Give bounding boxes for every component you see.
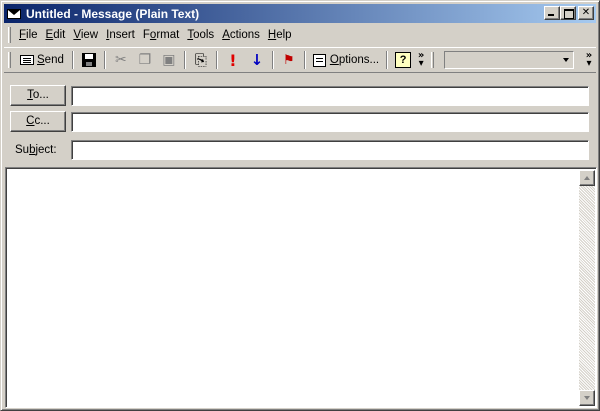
standard-toolbar: Send ✂ ❐ ▣ ⎘ ! ↓ ⚑ Options... ? » ▾ » ▾	[4, 47, 596, 73]
to-button[interactable]: To...	[10, 85, 66, 106]
menu-tools[interactable]: Tools	[183, 29, 218, 41]
toolbar-options-chevron[interactable]: » ▾	[416, 49, 426, 71]
menu-grip[interactable]	[8, 27, 11, 43]
save-icon	[81, 53, 96, 67]
help-icon: ?	[395, 52, 412, 68]
menu-format[interactable]: Format	[139, 29, 183, 41]
scroll-down-button[interactable]	[579, 390, 595, 406]
copy-icon: ❐	[138, 52, 152, 68]
copy-button[interactable]: ❐	[134, 49, 156, 71]
close-button[interactable]: ✕	[578, 6, 594, 20]
scroll-up-button[interactable]	[579, 170, 595, 186]
toolbar-separator	[215, 51, 218, 69]
format-dropdown[interactable]	[444, 51, 575, 69]
cut-button[interactable]: ✂	[110, 49, 132, 71]
flag-button[interactable]: ⚑	[278, 49, 300, 71]
toolbar-separator	[303, 51, 306, 69]
menu-actions[interactable]: Actions	[218, 29, 264, 41]
menu-file[interactable]: File	[15, 29, 42, 41]
toolbar-separator	[271, 51, 274, 69]
help-button[interactable]: ?	[392, 49, 414, 71]
toolbar-overflow-chevron[interactable]: » ▾	[584, 51, 594, 69]
caption-buttons: ✕	[544, 6, 594, 20]
cut-icon: ✂	[114, 52, 127, 68]
title-bar[interactable]: Untitled - Message (Plain Text) ✕	[4, 4, 596, 23]
attach-file-button[interactable]: ⎘	[190, 49, 212, 71]
cc-button[interactable]: Cc...	[10, 111, 66, 132]
message-body[interactable]	[5, 167, 597, 408]
paperclip-icon: ⎘	[194, 51, 207, 69]
message-window: Untitled - Message (Plain Text) ✕ File E…	[0, 0, 600, 411]
dropdown-arrow-icon	[563, 58, 570, 62]
exclamation-icon: !	[229, 50, 237, 70]
chevron-down-icon: ▾	[586, 58, 592, 69]
toolbar-separator	[71, 51, 74, 69]
menu-bar: File Edit View Insert Format Tools Actio…	[4, 25, 596, 45]
menu-insert[interactable]: Insert	[102, 29, 139, 41]
envelope-icon	[6, 7, 22, 21]
send-icon	[20, 55, 34, 65]
toolbar-separator	[183, 51, 186, 69]
importance-low-button[interactable]: ↓	[246, 49, 268, 71]
paste-icon: ▣	[162, 52, 176, 68]
subject-label: Subject:	[15, 144, 57, 156]
send-button[interactable]: Send	[16, 49, 68, 71]
options-button[interactable]: Options...	[310, 49, 382, 71]
toolbar-separator	[386, 51, 389, 69]
menu-view[interactable]: View	[69, 29, 102, 41]
down-arrow-icon: ↓	[250, 51, 264, 69]
cc-field[interactable]	[71, 112, 589, 132]
menu-edit[interactable]: Edit	[42, 29, 70, 41]
to-field[interactable]	[71, 86, 589, 106]
importance-high-button[interactable]: !	[222, 49, 244, 71]
toolbar-grip[interactable]	[431, 52, 435, 68]
subject-field[interactable]	[71, 140, 589, 160]
save-button[interactable]	[78, 49, 100, 71]
menu-help[interactable]: Help	[264, 29, 296, 41]
chevron-down-icon: ▾	[418, 58, 424, 69]
toolbar-separator	[103, 51, 106, 69]
options-icon	[312, 53, 326, 67]
paste-button[interactable]: ▣	[158, 49, 180, 71]
minimize-button[interactable]	[544, 6, 560, 20]
window-title: Untitled - Message (Plain Text)	[26, 6, 200, 21]
vertical-scrollbar[interactable]	[579, 170, 595, 406]
message-body-text	[6, 168, 596, 176]
flag-icon: ⚑	[283, 52, 295, 68]
toolbar-grip[interactable]	[8, 52, 11, 68]
maximize-button[interactable]	[560, 6, 576, 20]
